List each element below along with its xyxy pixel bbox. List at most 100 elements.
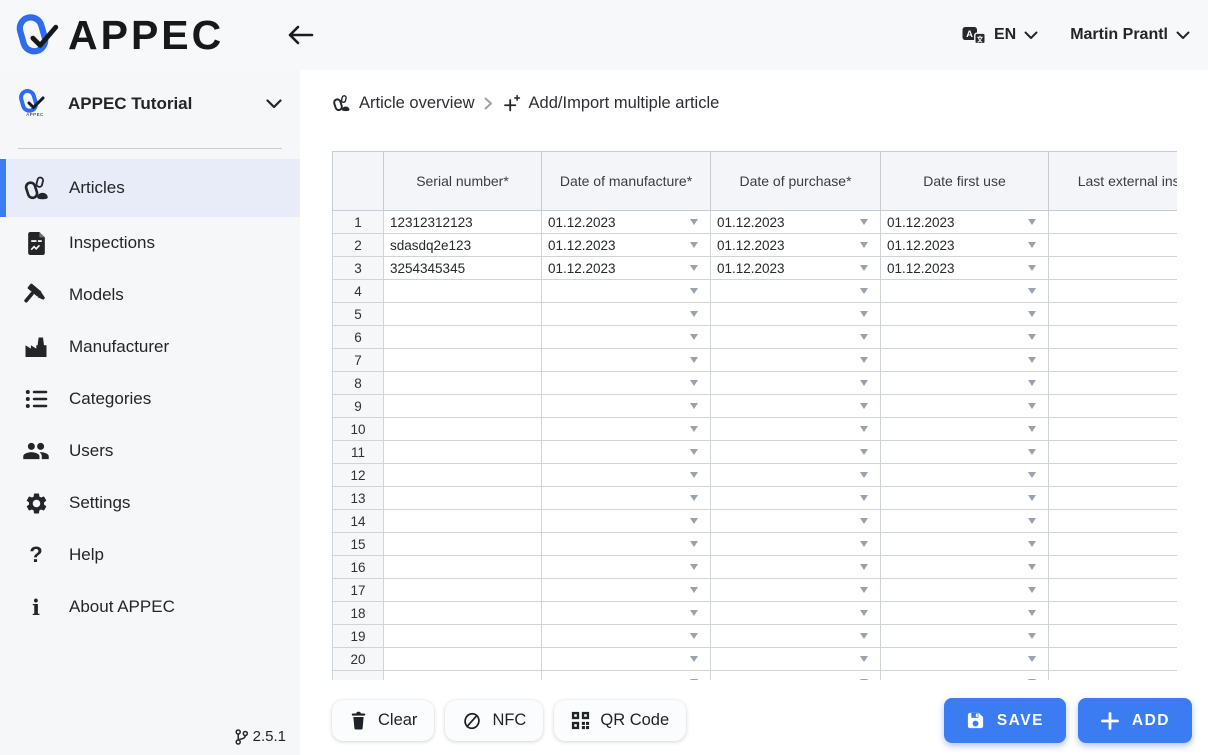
dropdown-arrow-icon[interactable] [690, 426, 698, 432]
table-cell[interactable]: 01.12.2023 [881, 234, 1049, 257]
table-cell[interactable] [542, 418, 711, 441]
table-cell[interactable] [711, 418, 881, 441]
dropdown-arrow-icon[interactable] [1028, 541, 1036, 547]
table-cell[interactable] [384, 602, 542, 625]
table-cell[interactable] [881, 533, 1049, 556]
workspace-selector[interactable]: APPEC APPEC Tutorial [0, 70, 300, 132]
breadcrumb-article-overview[interactable]: Article overview [332, 94, 475, 113]
dropdown-arrow-icon[interactable] [1028, 357, 1036, 363]
table-cell[interactable]: 01.12.2023 [881, 211, 1049, 234]
table-cell[interactable] [384, 303, 542, 326]
dropdown-arrow-icon[interactable] [1028, 403, 1036, 409]
nfc-button[interactable]: NFC [445, 700, 543, 741]
table-cell[interactable] [881, 395, 1049, 418]
clear-button[interactable]: Clear [332, 700, 434, 741]
table-cell[interactable] [384, 464, 542, 487]
sidebar-item-settings[interactable]: Settings [0, 477, 300, 529]
dropdown-arrow-icon[interactable] [860, 564, 868, 570]
dropdown-arrow-icon[interactable] [860, 288, 868, 294]
sidebar-item-categories[interactable]: Categories [0, 373, 300, 425]
dropdown-arrow-icon[interactable] [690, 334, 698, 340]
sidebar-item-manufacturer[interactable]: Manufacturer [0, 321, 300, 373]
table-cell[interactable] [711, 395, 881, 418]
dropdown-arrow-icon[interactable] [860, 403, 868, 409]
dropdown-arrow-icon[interactable] [1028, 449, 1036, 455]
table-cell[interactable] [881, 418, 1049, 441]
table-cell[interactable] [1049, 211, 1178, 234]
dropdown-arrow-icon[interactable] [860, 518, 868, 524]
table-cell[interactable] [1049, 648, 1178, 671]
table-cell[interactable] [542, 280, 711, 303]
table-cell[interactable] [1049, 349, 1178, 372]
add-button[interactable]: ADD [1078, 698, 1192, 743]
table-cell[interactable] [881, 625, 1049, 648]
table-cell[interactable] [1049, 602, 1178, 625]
table-cell[interactable] [1049, 487, 1178, 510]
dropdown-arrow-icon[interactable] [1028, 472, 1036, 478]
dropdown-arrow-icon[interactable] [860, 334, 868, 340]
table-cell[interactable] [711, 533, 881, 556]
sidebar-item-articles[interactable]: Articles [0, 159, 300, 217]
table-cell[interactable] [384, 556, 542, 579]
table-cell[interactable] [711, 372, 881, 395]
dropdown-arrow-icon[interactable] [690, 679, 698, 680]
dropdown-arrow-icon[interactable] [1028, 633, 1036, 639]
table-cell[interactable] [711, 326, 881, 349]
table-cell[interactable] [881, 602, 1049, 625]
dropdown-arrow-icon[interactable] [860, 633, 868, 639]
table-cell[interactable] [384, 510, 542, 533]
table-cell[interactable] [711, 556, 881, 579]
table-cell[interactable] [881, 648, 1049, 671]
table-cell[interactable] [711, 648, 881, 671]
table-cell[interactable]: 3254345345 [384, 257, 542, 280]
table-cell[interactable] [1049, 395, 1178, 418]
language-selector[interactable]: A EN [962, 26, 1038, 45]
table-cell[interactable]: 01.12.2023 [881, 257, 1049, 280]
table-cell[interactable] [1049, 326, 1178, 349]
table-cell[interactable] [881, 487, 1049, 510]
dropdown-arrow-icon[interactable] [690, 541, 698, 547]
table-cell[interactable]: 01.12.2023 [542, 257, 711, 280]
dropdown-arrow-icon[interactable] [690, 380, 698, 386]
dropdown-arrow-icon[interactable] [690, 311, 698, 317]
table-cell[interactable] [881, 556, 1049, 579]
table-cell[interactable] [1049, 510, 1178, 533]
dropdown-arrow-icon[interactable] [860, 380, 868, 386]
dropdown-arrow-icon[interactable] [1028, 311, 1036, 317]
table-cell[interactable] [542, 441, 711, 464]
dropdown-arrow-icon[interactable] [690, 242, 698, 248]
dropdown-arrow-icon[interactable] [1028, 518, 1036, 524]
dropdown-arrow-icon[interactable] [690, 495, 698, 501]
table-cell[interactable] [1049, 671, 1178, 681]
table-cell[interactable] [542, 326, 711, 349]
dropdown-arrow-icon[interactable] [860, 242, 868, 248]
table-cell[interactable] [711, 303, 881, 326]
table-cell[interactable] [711, 349, 881, 372]
dropdown-arrow-icon[interactable] [690, 472, 698, 478]
sidebar-item-users[interactable]: Users [0, 425, 300, 477]
table-cell[interactable] [881, 303, 1049, 326]
table-cell[interactable] [881, 441, 1049, 464]
dropdown-arrow-icon[interactable] [860, 311, 868, 317]
table-cell[interactable] [881, 671, 1049, 681]
table-cell[interactable] [881, 280, 1049, 303]
table-cell[interactable] [384, 671, 542, 681]
dropdown-arrow-icon[interactable] [1028, 564, 1036, 570]
dropdown-arrow-icon[interactable] [1028, 265, 1036, 271]
table-cell[interactable] [384, 625, 542, 648]
dropdown-arrow-icon[interactable] [1028, 495, 1036, 501]
table-cell[interactable] [384, 533, 542, 556]
dropdown-arrow-icon[interactable] [1028, 679, 1036, 680]
table-cell[interactable] [384, 648, 542, 671]
table-cell[interactable]: 01.12.2023 [542, 211, 711, 234]
dropdown-arrow-icon[interactable] [690, 449, 698, 455]
dropdown-arrow-icon[interactable] [1028, 656, 1036, 662]
dropdown-arrow-icon[interactable] [1028, 426, 1036, 432]
dropdown-arrow-icon[interactable] [1028, 219, 1036, 225]
table-cell[interactable] [542, 372, 711, 395]
table-cell[interactable] [881, 464, 1049, 487]
table-cell[interactable] [881, 510, 1049, 533]
table-cell[interactable] [384, 441, 542, 464]
dropdown-arrow-icon[interactable] [860, 610, 868, 616]
table-cell[interactable] [384, 418, 542, 441]
